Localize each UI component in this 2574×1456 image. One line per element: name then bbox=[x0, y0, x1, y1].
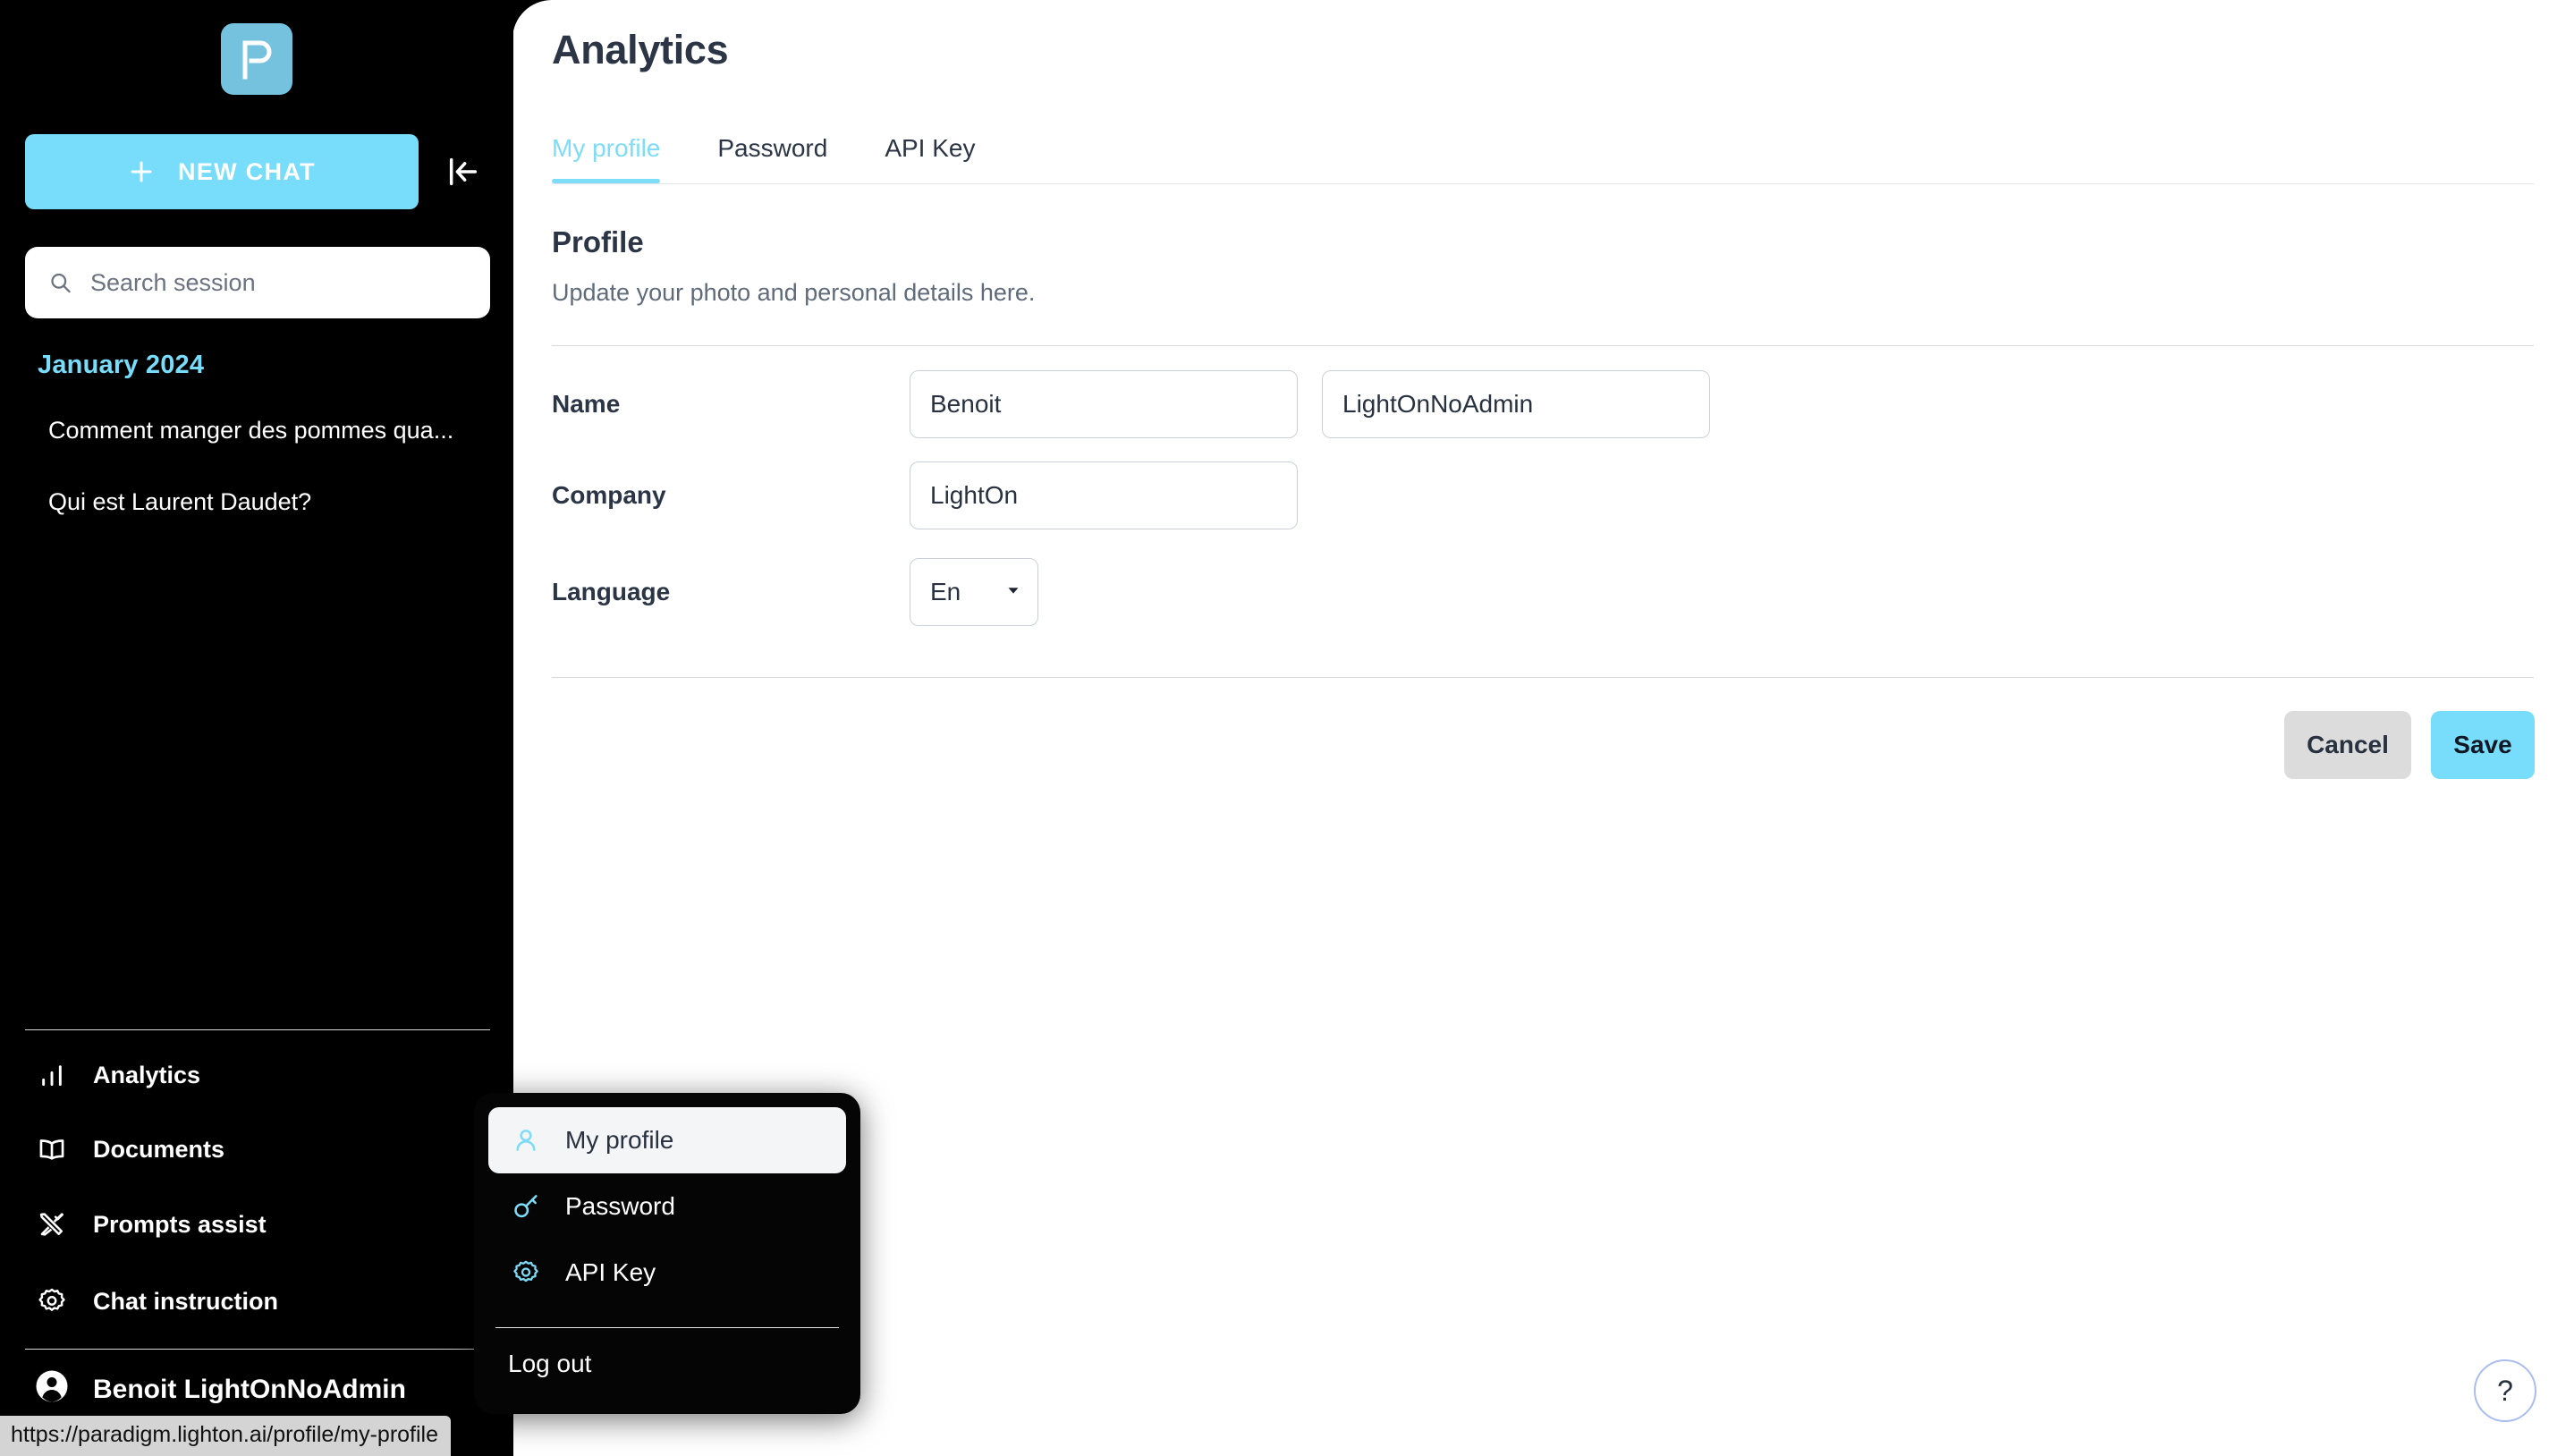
section-title: Profile bbox=[552, 225, 644, 258]
session-list-item[interactable]: Comment manger des pommes qua... bbox=[48, 417, 453, 444]
paradigm-p-logo-icon[interactable] bbox=[221, 23, 292, 95]
sidebar-item-label: Documents bbox=[93, 1135, 225, 1163]
logo-container bbox=[0, 23, 513, 95]
cancel-button[interactable]: Cancel bbox=[2284, 711, 2411, 779]
help-button[interactable]: ? bbox=[2474, 1359, 2536, 1422]
save-button[interactable]: Save bbox=[2431, 711, 2535, 779]
search-session-box[interactable] bbox=[25, 247, 490, 318]
book-open-icon bbox=[34, 1131, 70, 1167]
sidebar: NEW CHAT January 2024 Comment manger des… bbox=[0, 0, 513, 1456]
menu-item-log-out[interactable]: Log out bbox=[488, 1337, 846, 1391]
sidebar-item-label: Chat instruction bbox=[93, 1287, 278, 1315]
gear-icon bbox=[508, 1255, 544, 1291]
menu-divider bbox=[495, 1327, 839, 1328]
form-top-divider bbox=[552, 345, 2534, 346]
tab-bar: My profile Password API Key bbox=[552, 134, 2534, 184]
sidebar-item-label: Prompts assist bbox=[93, 1210, 267, 1238]
field-row-name: Name bbox=[552, 368, 2534, 440]
tools-icon bbox=[34, 1206, 70, 1242]
field-row-company: Company bbox=[552, 460, 2534, 531]
new-chat-row: NEW CHAT bbox=[0, 132, 513, 211]
first-name-field[interactable] bbox=[910, 370, 1298, 438]
menu-item-password[interactable]: Password bbox=[488, 1173, 846, 1240]
sidebar-item-documents[interactable]: Documents bbox=[34, 1131, 224, 1167]
company-label: Company bbox=[552, 481, 666, 509]
page-title: Analytics bbox=[552, 27, 729, 72]
field-row-language: Language En bbox=[552, 556, 2534, 628]
sidebar-item-prompts-assist[interactable]: Prompts assist bbox=[34, 1206, 267, 1242]
company-field[interactable] bbox=[910, 461, 1298, 529]
new-chat-label: NEW CHAT bbox=[178, 157, 316, 185]
search-input[interactable] bbox=[89, 268, 467, 297]
plus-icon bbox=[131, 161, 152, 182]
profile-popup-menu: My profile Password API Key Log out bbox=[474, 1093, 860, 1414]
form-action-row: Cancel Save bbox=[2284, 711, 2535, 779]
tab-password[interactable]: Password bbox=[717, 134, 856, 182]
app-root: NEW CHAT January 2024 Comment manger des… bbox=[0, 0, 2574, 1456]
tab-api-key[interactable]: API Key bbox=[885, 134, 1003, 182]
user-icon bbox=[508, 1122, 544, 1158]
menu-item-label: Password bbox=[565, 1192, 675, 1220]
tab-my-profile[interactable]: My profile bbox=[552, 134, 689, 183]
sidebar-item-label: Analytics bbox=[93, 1061, 201, 1088]
new-chat-button[interactable]: NEW CHAT bbox=[25, 134, 419, 209]
sidebar-user-profile[interactable]: Benoit LightOnNoAdmin bbox=[34, 1368, 406, 1411]
sidebar-item-chat-instruction[interactable]: Chat instruction bbox=[34, 1283, 278, 1319]
form-bottom-divider bbox=[552, 677, 2534, 678]
menu-item-my-profile[interactable]: My profile bbox=[488, 1107, 846, 1173]
sidebar-user-divider bbox=[25, 1349, 490, 1350]
menu-item-api-key[interactable]: API Key bbox=[488, 1240, 846, 1306]
bar-chart-icon bbox=[34, 1057, 70, 1093]
language-selected-value: En bbox=[930, 578, 961, 605]
gear-icon bbox=[34, 1283, 70, 1319]
sidebar-nav-divider bbox=[25, 1029, 490, 1030]
session-list-item[interactable]: Qui est Laurent Daudet? bbox=[48, 488, 311, 516]
key-icon bbox=[508, 1189, 544, 1224]
sidebar-item-analytics[interactable]: Analytics bbox=[34, 1057, 200, 1093]
last-name-field[interactable] bbox=[1322, 370, 1710, 438]
collapse-sidebar-icon[interactable] bbox=[438, 147, 488, 197]
section-subtitle: Update your photo and personal details h… bbox=[552, 279, 1036, 306]
chevron-down-icon bbox=[1003, 580, 1023, 605]
user-avatar-icon bbox=[34, 1368, 70, 1411]
language-select[interactable]: En bbox=[910, 558, 1038, 626]
name-label: Name bbox=[552, 390, 621, 418]
status-bar-url: https://paradigm.lighton.ai/profile/my-p… bbox=[0, 1416, 452, 1456]
sidebar-user-name: Benoit LightOnNoAdmin bbox=[93, 1375, 406, 1404]
menu-item-label: My profile bbox=[565, 1126, 674, 1154]
search-icon bbox=[51, 273, 71, 293]
menu-item-label: API Key bbox=[565, 1258, 656, 1286]
language-label: Language bbox=[552, 578, 671, 605]
session-group-title: January 2024 bbox=[38, 351, 205, 379]
